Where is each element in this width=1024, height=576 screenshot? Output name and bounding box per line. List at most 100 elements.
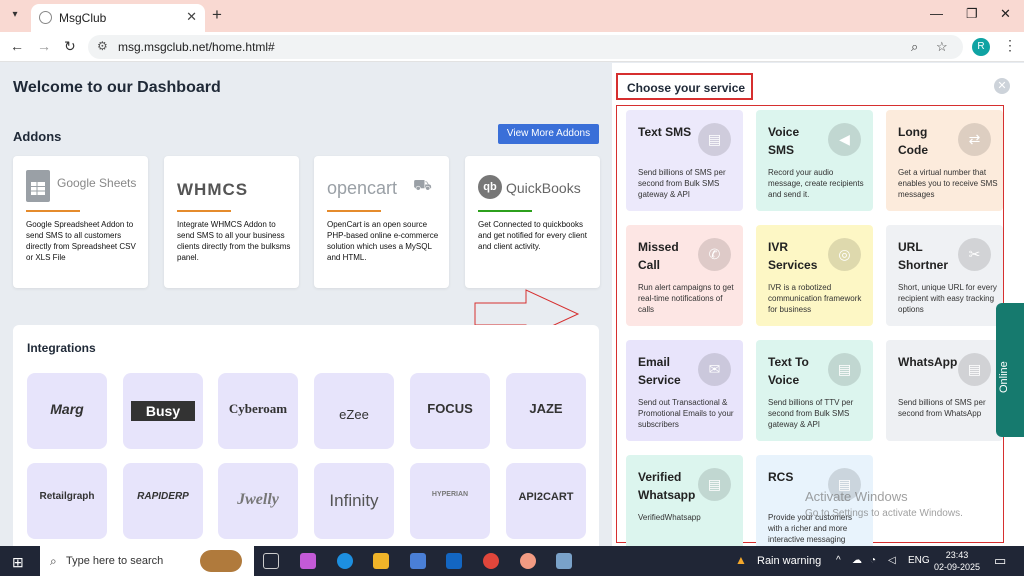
site-info-icon[interactable]: ⚙ (97, 39, 108, 53)
phone-icon: ✆ (698, 238, 731, 271)
service-tile-email-service[interactable]: Email Service ✉ Send out Transactional & P… (626, 340, 743, 441)
online-chat-tab[interactable]: Online (996, 303, 1024, 437)
integration-marg[interactable]: Marg (27, 373, 107, 449)
integration-focus[interactable]: FOCUS (410, 373, 490, 449)
view-more-addons-button[interactable]: View More Addons (498, 124, 599, 144)
integration-retailgraph[interactable]: Retailgraph (27, 463, 107, 539)
service-tile-voice-sms[interactable]: Voice SMS ◀ Record your audio message, cre… (756, 110, 873, 211)
copilot-icon[interactable] (300, 553, 316, 569)
close-panel-icon[interactable]: ✕ (994, 78, 1010, 94)
addon-divider (177, 210, 231, 212)
windows-start-icon[interactable]: ⊞ (12, 554, 24, 571)
network-icon[interactable]: ☁ (852, 555, 862, 566)
whmcs-logo: WHMCS (177, 180, 249, 199)
app-icon[interactable] (556, 553, 572, 569)
addon-card-google-sheets[interactable]: Google Sheets Google Spreadsheet Addon t… (13, 156, 148, 288)
service-description: Short, unique URL for every recipient wi… (898, 283, 997, 314)
file-explorer-icon[interactable] (373, 553, 389, 569)
chat-icon: ▤ (698, 123, 731, 156)
clock[interactable]: 23:43 02-09-2025 (934, 549, 980, 573)
google-sheets-logo: Google Sheets (26, 170, 138, 206)
edge-icon[interactable] (337, 553, 353, 569)
integrations-heading: Integrations (27, 341, 96, 355)
integration-rapiderp[interactable]: RAPIDERP (123, 463, 203, 539)
addon-divider (327, 210, 381, 212)
service-name: Text To Voice (768, 355, 809, 387)
scissors-icon: ✂ (958, 238, 991, 271)
service-name: RCS (768, 470, 794, 484)
volume-icon[interactable]: ◁ (888, 555, 896, 566)
task-view-icon[interactable] (263, 553, 279, 569)
coconut-icon (200, 550, 242, 572)
reload-icon[interactable]: ↻ (64, 38, 76, 55)
taskbar-search[interactable]: ⌕ Type here to search (40, 546, 254, 576)
quickbooks-logo: qb QuickBooks (478, 170, 590, 206)
integration-jwelly[interactable]: Jwelly (218, 463, 298, 539)
chrome-icon[interactable] (483, 553, 499, 569)
addon-card-whmcs[interactable]: WHMCS Integrate WHMCS Addon to send SMS … (164, 156, 299, 288)
integration-infinity[interactable]: Infinity (314, 463, 394, 539)
service-name: Email Service (638, 355, 681, 387)
integration-busy[interactable]: Busy (123, 373, 203, 449)
service-tile-text-sms[interactable]: Text SMS ▤ Send billions of SMS per second… (626, 110, 743, 211)
service-description: Run alert campaigns to get real-time not… (638, 283, 734, 314)
integration-api2cart[interactable]: API2CART (506, 463, 586, 539)
back-icon[interactable]: ← (10, 38, 24, 54)
close-window-icon[interactable]: ✕ (1000, 6, 1011, 22)
service-tile-text-to-voice[interactable]: Text To Voice ▤ Send billions of TTV per s… (756, 340, 873, 441)
chrome-profile-icon[interactable] (520, 553, 536, 569)
bookmark-star-icon[interactable]: ☆ (936, 39, 948, 55)
service-name: URL Shortner (898, 240, 949, 272)
tab-search-icon[interactable]: ▾ (6, 6, 24, 24)
service-description: IVR is a robotized communication framewo… (768, 283, 862, 314)
zoom-icon[interactable]: ⌕ (911, 39, 918, 55)
choose-service-title: Choose your service (627, 81, 746, 95)
search-icon: ⌕ (50, 554, 57, 568)
browser-tab[interactable]: MsgClub ✕ (31, 4, 205, 32)
service-tile-whatsapp[interactable]: WhatsApp ▤ Send billions of SMS per second… (886, 340, 1003, 441)
addon-card-opencart[interactable]: opencart ⛟ OpenCart is an open source PH… (314, 156, 449, 288)
integration-jaze[interactable]: JAZE (506, 373, 586, 449)
service-name: WhatsApp (898, 355, 958, 369)
integration-hyperian[interactable]: HYPERIAN (410, 463, 490, 539)
addon-description: OpenCart is an open source PHP-based onl… (327, 220, 439, 262)
addon-description: Google Spreadsheet Addon to send SMS to … (26, 220, 136, 262)
service-tile-long-code[interactable]: Long Code ⇄ Get a virtual number that enab… (886, 110, 1003, 211)
url-text[interactable]: msg.msgclub.net/home.html# (118, 40, 275, 54)
wifi-icon[interactable]: ◔ (870, 555, 876, 566)
service-name: Voice SMS (768, 125, 800, 157)
language-indicator[interactable]: ENG (908, 555, 930, 566)
service-tile-url-shortner[interactable]: URL Shortner ✂ Short, unique URL for every… (886, 225, 1003, 326)
integration-ezee[interactable]: eZee (314, 373, 394, 449)
store-icon[interactable] (410, 553, 426, 569)
minimize-icon[interactable]: — (930, 6, 943, 21)
notifications-icon[interactable]: ▭ (994, 553, 1006, 569)
profile-avatar[interactable]: R (972, 38, 990, 56)
weather-text[interactable]: Rain warning (757, 555, 821, 567)
addon-card-quickbooks[interactable]: qb QuickBooks Get Connected to quickbook… (465, 156, 600, 288)
outlook-icon[interactable] (446, 553, 462, 569)
chat-icon: ▤ (958, 353, 991, 386)
service-tile-verified-whatsapp[interactable]: Verified Whatsapp ▤ VerifiedWhatsapp (626, 455, 743, 546)
warning-icon: ▲ (735, 553, 747, 567)
addon-description: Integrate WHMCS Addon to send SMS to all… (177, 220, 291, 262)
browser-toolbar: ← → ↻ ⚙ msg.msgclub.net/home.html# ⌕ ☆ R… (0, 32, 1024, 62)
cart-icon: ⛟ (413, 177, 432, 194)
show-hidden-icon[interactable]: ^ (836, 555, 841, 566)
service-tile-missed-call[interactable]: Missed Call ✆ Run alert campaigns to get r… (626, 225, 743, 326)
qb-icon: qb (478, 175, 502, 199)
restore-icon[interactable]: ❐ (966, 6, 978, 22)
forward-icon[interactable]: → (37, 38, 51, 54)
close-tab-icon[interactable]: ✕ (186, 9, 197, 25)
envelope-icon: ✉ (698, 353, 731, 386)
megaphone-icon: ◀ (828, 123, 861, 156)
favicon-icon (39, 11, 52, 24)
addon-divider (26, 210, 80, 212)
new-tab-icon[interactable]: + (212, 5, 222, 25)
integration-cyberoam[interactable]: Cyberoam (218, 373, 298, 449)
service-tile-ivr-services[interactable]: IVR Services ◎ IVR is a robotized communic… (756, 225, 873, 326)
browser-tab-bar: ▾ MsgClub ✕ + — ❐ ✕ (0, 0, 1024, 32)
activate-windows-subtext: Go to Settings to activate Windows. (805, 508, 963, 519)
address-bar[interactable]: ⚙ msg.msgclub.net/home.html# ⌕ ☆ (88, 35, 963, 59)
menu-kebab-icon[interactable]: ⋮ (1003, 37, 1017, 54)
